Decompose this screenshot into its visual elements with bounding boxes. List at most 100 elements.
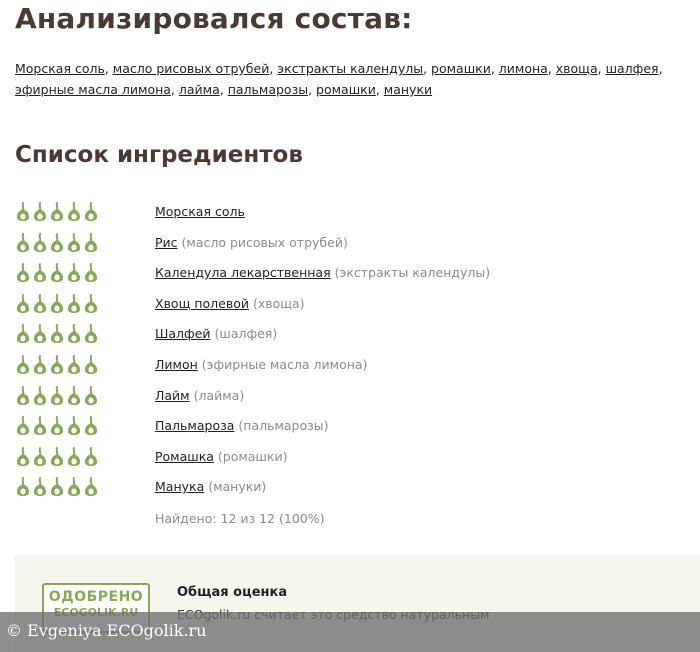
found-summary: Найдено: 12 из 12 (100%) <box>155 511 325 526</box>
leaf-rating-icon <box>84 385 98 405</box>
ingredients-heading: Список ингредиентов <box>15 142 303 168</box>
ingredient-row: Морская соль <box>15 198 695 229</box>
ingredient-text: Хвощ полевой (хвоща) <box>155 296 305 311</box>
ingredient-source: (масло рисовых отрубей) <box>177 234 348 250</box>
stamp-top-text: ОДОБРЕНО <box>48 589 144 605</box>
leaf-rating-icon <box>84 263 98 283</box>
ingredient-link[interactable]: Пальмароза <box>155 418 234 433</box>
composition-link[interactable]: шалфея <box>606 61 659 76</box>
ingredient-text: Манука (мануки) <box>155 479 266 494</box>
ingredient-text: Лимон (эфирные масла лимона) <box>155 357 367 372</box>
leaf-rating-icon <box>16 385 30 405</box>
leaf-rating-icon <box>67 446 81 466</box>
leaf-rating-icon <box>16 202 30 221</box>
ingredient-source: (пальмарозы) <box>234 418 329 434</box>
composition-link[interactable]: пальмарозы <box>228 82 308 97</box>
composition-link[interactable]: масло рисовых отрубей <box>113 61 270 76</box>
leaf-rating <box>15 477 99 499</box>
leaf-rating <box>15 232 99 255</box>
leaf-rating-icon <box>67 385 81 405</box>
leaf-rating-icon <box>84 324 98 344</box>
leaf-rating-icon <box>50 324 64 344</box>
leaf-rating <box>15 202 99 224</box>
leaf-rating <box>15 324 99 346</box>
watermark-bar: © Evgeniya ECOgolik.ru <box>0 612 700 652</box>
ingredient-row: Рис (масло рисовых отрубей) <box>15 229 695 260</box>
ingredient-row: Лайм (лайма) <box>15 382 695 413</box>
ingredient-row: Лимон (эфирные масла лимона) <box>15 351 695 382</box>
ingredient-link[interactable]: Шалфей <box>155 326 211 341</box>
leaf-rating-icon <box>84 446 98 466</box>
leaf-rating-icon <box>50 232 64 252</box>
leaf-rating-icon <box>33 416 47 436</box>
composition-link[interactable]: мануки <box>384 82 432 97</box>
ingredient-source: (экстракты календулы) <box>330 265 491 281</box>
leaf-rating-icon <box>67 293 81 313</box>
ingredient-link[interactable]: Манука <box>155 479 204 494</box>
leaf-rating-icon <box>84 232 98 252</box>
leaf-rating-icon <box>16 324 30 344</box>
leaf-rating-icon <box>84 354 98 374</box>
ingredient-link[interactable]: Ромашка <box>155 449 214 464</box>
leaf-rating <box>15 416 99 438</box>
leaf-rating-icon <box>50 385 64 405</box>
leaf-rating-icon <box>84 416 98 436</box>
leaf-rating-icon <box>16 263 30 283</box>
ingredient-source: (ромашки) <box>213 448 288 464</box>
leaf-rating-icon <box>16 446 30 466</box>
leaf-rating-icon <box>33 263 47 283</box>
composition-link[interactable]: Морская соль <box>15 61 105 76</box>
leaf-rating-icon <box>67 354 81 374</box>
leaf-rating <box>15 446 99 469</box>
leaf-rating-icon <box>33 232 47 252</box>
ingredient-link[interactable]: Календула лекарственная <box>155 265 331 280</box>
composition-link[interactable]: хвоща <box>556 61 598 76</box>
ingredient-source: (эфирные масла лимона) <box>197 356 368 372</box>
ingredient-row: Пальмароза (пальмарозы) <box>15 412 695 443</box>
leaf-rating <box>15 263 99 285</box>
ingredient-source: (лайма) <box>189 387 245 403</box>
ingredient-row: Шалфей (шалфея) <box>15 320 695 351</box>
leaf-rating-icon <box>67 263 81 283</box>
leaf-rating-icon <box>67 232 81 252</box>
leaf-rating-icon <box>16 232 30 252</box>
leaf-rating-icon <box>33 324 47 344</box>
composition-link[interactable]: лимона <box>499 61 548 76</box>
leaf-rating-icon <box>33 446 47 466</box>
ingredient-row: Хвощ полевой (хвоща) <box>15 290 695 321</box>
leaf-rating-icon <box>33 293 47 313</box>
leaf-rating-icon <box>16 416 30 436</box>
leaf-rating-icon <box>50 293 64 313</box>
ingredient-text: Морская соль <box>155 204 245 219</box>
composition-link[interactable]: ромашки <box>431 61 491 76</box>
leaf-rating-icon <box>50 446 64 466</box>
leaf-rating-icon <box>16 354 30 374</box>
leaf-rating <box>15 385 99 408</box>
leaf-rating-icon <box>50 263 64 283</box>
ingredient-text: Лайм (лайма) <box>155 388 244 403</box>
ingredient-link[interactable]: Лайм <box>155 388 190 403</box>
leaf-rating-icon <box>50 202 64 221</box>
leaf-rating-icon <box>84 477 98 497</box>
ingredients-list: Морская соль Рис (масло рисовых отрубей) К… <box>15 198 695 504</box>
composition-link[interactable]: эфирные масла лимона <box>15 82 171 97</box>
composition-link[interactable]: ромашки <box>316 82 376 97</box>
leaf-rating-icon <box>16 293 30 313</box>
ingredient-source: (шалфея) <box>210 326 278 342</box>
leaf-rating-icon <box>84 202 98 221</box>
ingredient-text: Рис (масло рисовых отрубей) <box>155 235 348 250</box>
ingredient-link[interactable]: Рис <box>155 235 178 250</box>
rating-title: Общая оценка <box>177 585 288 600</box>
ingredient-link[interactable]: Лимон <box>155 357 198 372</box>
ingredient-link[interactable]: Морская соль <box>155 204 245 219</box>
leaf-rating-icon <box>67 416 81 436</box>
ingredient-row: Календула лекарственная (экстракты кален… <box>15 259 695 290</box>
ingredient-row: Манука (мануки) <box>15 473 695 504</box>
ingredient-source: (мануки) <box>204 479 267 495</box>
composition-link[interactable]: экстракты календулы <box>277 61 423 76</box>
leaf-rating-icon <box>33 354 47 374</box>
ingredient-link[interactable]: Хвощ полевой <box>155 296 249 311</box>
ingredient-source: (хвоща) <box>248 295 305 311</box>
composition-link[interactable]: лайма <box>179 82 220 97</box>
leaf-rating <box>15 354 99 377</box>
